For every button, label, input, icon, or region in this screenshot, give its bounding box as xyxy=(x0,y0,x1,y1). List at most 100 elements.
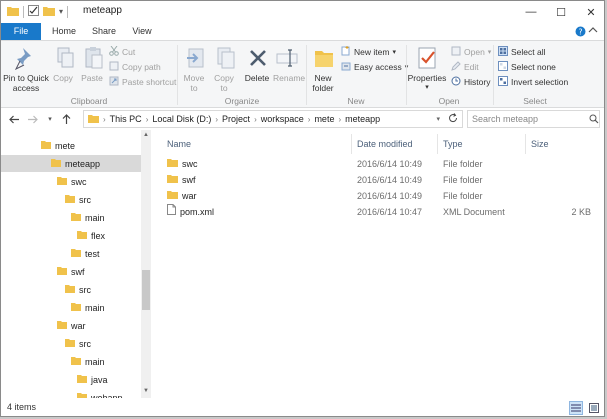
history-button[interactable]: History xyxy=(451,75,490,88)
column-divider[interactable] xyxy=(525,134,526,154)
maximize-button[interactable]: ☐ xyxy=(546,1,576,23)
properties-check-icon xyxy=(412,45,442,71)
chevron-down-icon: ▾ xyxy=(487,48,492,56)
up-arrow-icon[interactable] xyxy=(59,111,73,127)
nav-tree-item[interactable]: main xyxy=(71,299,105,316)
invert-selection-button[interactable]: Invert selection xyxy=(498,75,568,88)
nav-tree-item[interactable]: java xyxy=(77,371,108,388)
address-dropdown-chevron-icon[interactable]: ▾ xyxy=(436,115,440,123)
copy-to-label-2: to xyxy=(220,83,228,93)
file-row[interactable]: swc 2016/6/14 10:49 File folder xyxy=(163,156,593,172)
nav-tree-item[interactable]: mete xyxy=(41,137,75,154)
tab-home[interactable]: Home xyxy=(47,23,81,40)
breadcrumb-meteapp[interactable]: meteapp xyxy=(345,114,380,124)
file-name-cell: swc xyxy=(167,156,198,172)
nav-tree-item[interactable]: webapp xyxy=(77,389,123,398)
copy-label: Copy xyxy=(53,73,73,83)
copy-to-button[interactable]: Copy to xyxy=(211,45,237,93)
copy-button[interactable]: Copy xyxy=(51,45,75,83)
help-icon[interactable]: ? xyxy=(575,26,586,39)
refresh-icon[interactable] xyxy=(448,113,458,125)
nav-tree-item[interactable]: main xyxy=(71,353,105,370)
close-button[interactable]: ✕ xyxy=(576,1,604,23)
tab-view[interactable]: View xyxy=(127,23,157,40)
nav-tree-item[interactable]: meteapp xyxy=(1,155,141,172)
easy-access-icon xyxy=(341,61,351,73)
scroll-down-icon[interactable]: ▼ xyxy=(141,386,151,396)
select-all-button[interactable]: Select all xyxy=(498,45,546,58)
file-row[interactable]: swf 2016/6/14 10:49 File folder xyxy=(163,172,593,188)
nav-tree-item[interactable]: war xyxy=(57,317,86,334)
chevron-down-icon[interactable]: ▾ xyxy=(59,7,63,16)
cut-button[interactable]: Cut xyxy=(109,45,135,58)
chevron-up-icon[interactable] xyxy=(588,26,600,38)
paste-shortcut-button[interactable]: Paste shortcut xyxy=(109,75,176,88)
paste-button[interactable]: Paste xyxy=(79,45,105,83)
navigation-scrollbar[interactable]: ▲ ▼ xyxy=(141,130,151,398)
breadcrumb-this-pc[interactable]: This PC xyxy=(110,114,142,124)
column-header-name[interactable]: Name xyxy=(167,136,191,152)
open-button[interactable]: Open ▾ xyxy=(451,45,491,58)
new-folder-button[interactable]: New folder xyxy=(309,45,337,93)
breadcrumb-workspace[interactable]: workspace xyxy=(261,114,304,124)
file-size xyxy=(543,172,591,188)
move-to-button[interactable]: Move to xyxy=(181,45,207,93)
copy-to-label: Copy xyxy=(214,73,234,83)
breadcrumb-project[interactable]: Project xyxy=(222,114,250,124)
move-to-icon xyxy=(181,45,211,71)
nav-tree-item[interactable]: src xyxy=(65,281,91,298)
easy-access-button[interactable]: Easy access ▾ xyxy=(341,60,408,73)
nav-tree-item[interactable]: swf xyxy=(57,263,85,280)
file-type: XML Document xyxy=(443,207,505,217)
scrollbar-thumb[interactable] xyxy=(142,270,150,310)
select-none-button[interactable]: Select none xyxy=(498,60,556,73)
folder-icon xyxy=(71,248,81,259)
search-input[interactable]: Search meteapp xyxy=(467,110,600,128)
file-row[interactable]: pom.xml 2016/6/14 10:47 XML Document 2 KB xyxy=(163,204,593,220)
breadcrumb-local-disk[interactable]: Local Disk (D:) xyxy=(152,114,211,124)
breadcrumb-mete[interactable]: mete xyxy=(314,114,334,124)
rename-button[interactable]: Rename xyxy=(273,45,305,83)
address-bar[interactable]: › This PC › Local Disk (D:) › Project › … xyxy=(83,110,463,128)
nav-tree-item[interactable]: swc xyxy=(57,173,87,190)
new-item-button[interactable]: New item ▾ xyxy=(341,45,396,58)
back-arrow-icon[interactable] xyxy=(7,111,21,127)
nav-tree-item[interactable]: test xyxy=(71,245,100,262)
column-header-size[interactable]: Size xyxy=(531,136,549,152)
search-icon[interactable] xyxy=(589,114,602,126)
folder-icon xyxy=(71,212,81,223)
tab-file[interactable]: File xyxy=(1,23,41,40)
column-header-date-modified[interactable]: Date modified xyxy=(357,136,413,152)
minimize-button[interactable]: — xyxy=(516,1,546,23)
edit-pencil-icon xyxy=(451,60,461,73)
scroll-up-icon[interactable]: ▲ xyxy=(141,130,151,140)
properties-button[interactable]: Properties ▾ xyxy=(407,45,447,93)
new-folder-quick-icon[interactable] xyxy=(43,6,55,18)
properties-check-icon[interactable] xyxy=(28,5,39,18)
quick-access-toolbar: ▾ xyxy=(7,5,69,18)
select-none-label: Select none xyxy=(511,61,556,72)
recent-locations-chevron-icon[interactable]: ▾ xyxy=(43,111,57,127)
nav-tree-item[interactable]: src xyxy=(65,191,91,208)
large-icons-view-icon[interactable] xyxy=(587,401,601,415)
file-row[interactable]: war 2016/6/14 10:49 File folder xyxy=(163,188,593,204)
forward-arrow-icon[interactable] xyxy=(25,111,39,127)
tab-share[interactable]: Share xyxy=(87,23,121,40)
file-date: 2016/6/14 10:49 xyxy=(357,191,423,201)
pin-to-quick-access-button[interactable]: Pin to Quick access xyxy=(3,45,49,93)
chevron-down-icon: ▾ xyxy=(392,48,396,56)
column-header-type[interactable]: Type xyxy=(443,136,463,152)
nav-tree-item[interactable]: src xyxy=(65,335,91,352)
column-divider[interactable] xyxy=(437,134,438,154)
history-label: History xyxy=(464,76,491,87)
nav-tree-item[interactable]: main xyxy=(71,209,105,226)
copy-path-button[interactable]: Copy path xyxy=(109,60,161,73)
folder-icon xyxy=(65,284,75,295)
edit-button[interactable]: Edit xyxy=(451,60,479,73)
column-divider[interactable] xyxy=(351,134,352,154)
details-view-icon[interactable] xyxy=(569,401,583,415)
delete-button[interactable]: Delete xyxy=(243,45,271,83)
pin-label-2: access xyxy=(12,83,40,93)
nav-tree-item[interactable]: flex xyxy=(77,227,105,244)
file-name-cell: war xyxy=(167,188,197,204)
